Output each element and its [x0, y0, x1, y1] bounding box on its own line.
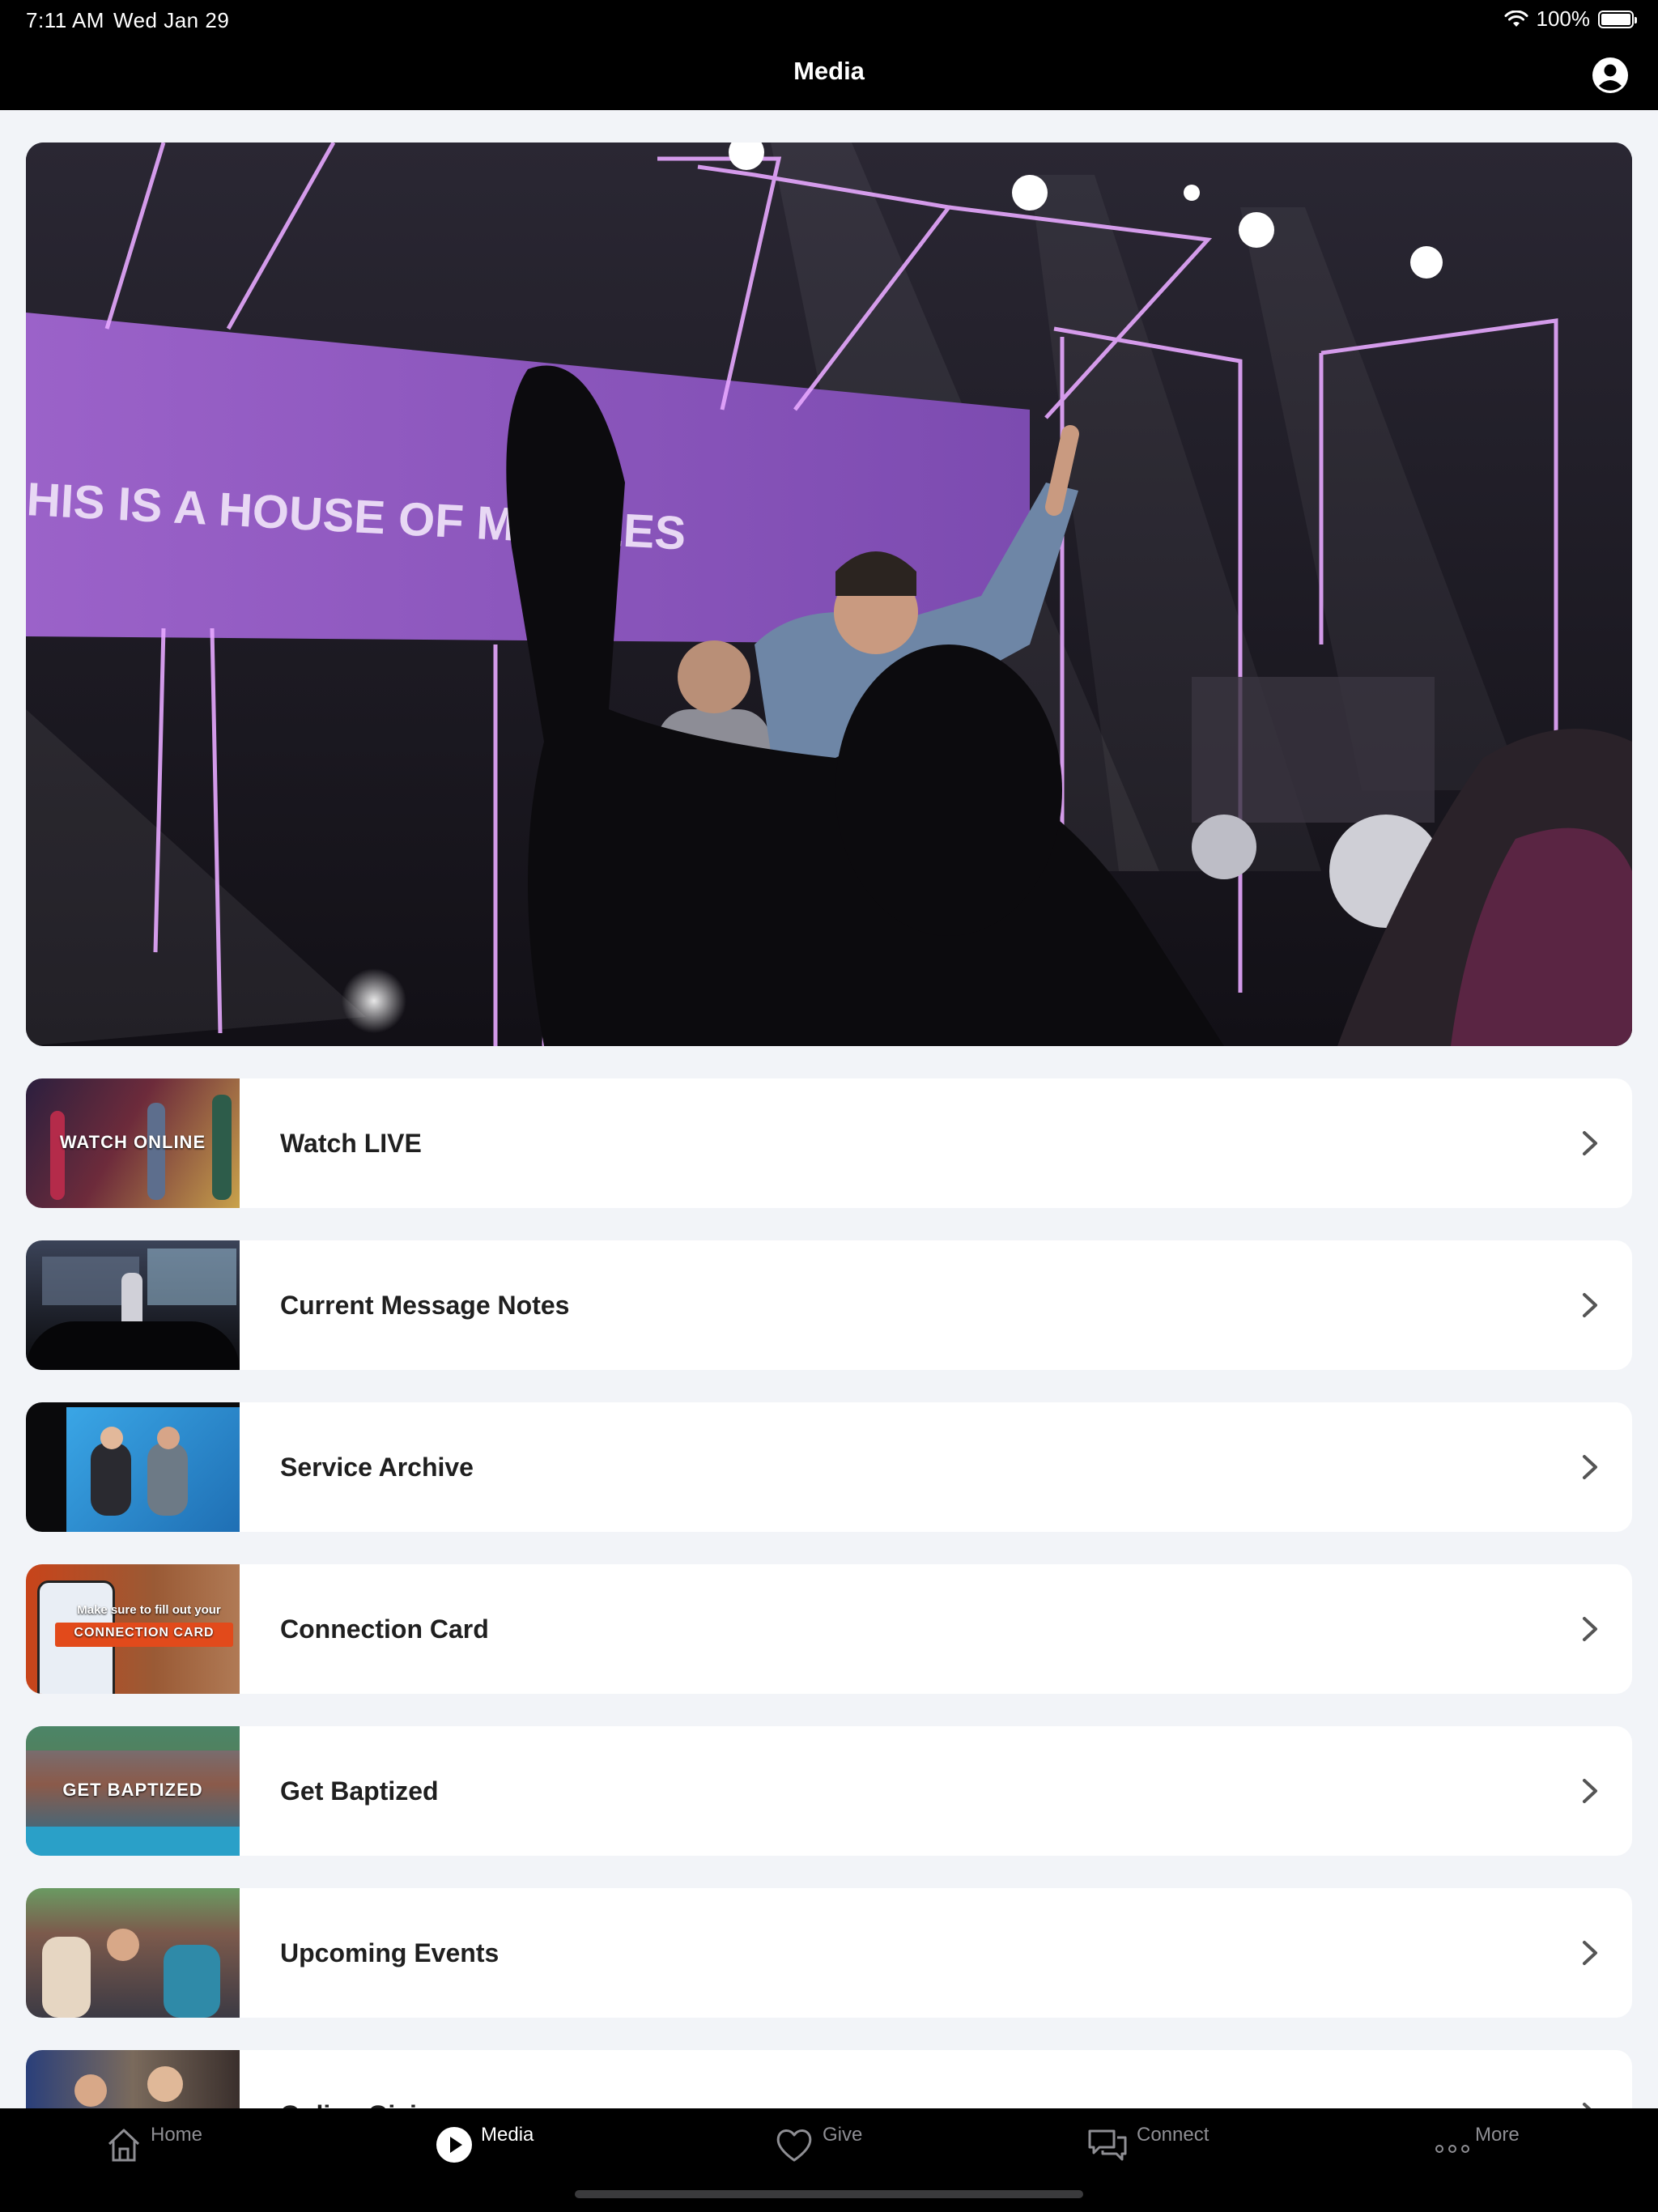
- row-label: Watch LIVE: [280, 1128, 422, 1158]
- tab-more[interactable]: More: [1433, 2124, 1520, 2163]
- tab-label: Connect: [1137, 2124, 1209, 2146]
- row-label: Connection Card: [280, 1614, 489, 1644]
- chevron-right-icon: [1583, 1779, 1597, 1803]
- wifi-icon: [1504, 10, 1528, 27]
- service-archive-thumbnail: [26, 1402, 240, 1532]
- list-item-upcoming-events[interactable]: Upcoming Events: [26, 1888, 1632, 2018]
- top-bar: 7:11 AM Wed Jan 29 100% Media: [0, 0, 1658, 110]
- get-baptized-text: GET BAPTIZED: [62, 1780, 203, 1800]
- watch-live-thumbnail: WATCH ONLINE: [26, 1078, 240, 1208]
- home-icon: [108, 2129, 140, 2162]
- battery-icon: [1598, 10, 1637, 28]
- hero-image[interactable]: HIS IS A HOUSE OF M ACLES: [26, 143, 1632, 1046]
- connection-card-thumbnail: Make sure to fill out your CONNECTION CA…: [26, 1564, 240, 1694]
- tab-label: Media: [481, 2124, 534, 2146]
- tab-media[interactable]: Media: [436, 2124, 534, 2163]
- list-item-service-archive[interactable]: Service Archive: [26, 1402, 1632, 1532]
- tab-give[interactable]: Give: [774, 2124, 863, 2163]
- list-item-get-baptized[interactable]: GET BAPTIZED Get Baptized: [26, 1726, 1632, 1856]
- chat-bubbles-icon: [1088, 2129, 1127, 2161]
- list-item-current-message-notes[interactable]: Current Message Notes: [26, 1240, 1632, 1370]
- chevron-right-icon: [1583, 1455, 1597, 1479]
- upcoming-events-thumbnail: [26, 1888, 240, 2018]
- status-time: 7:11 AM: [26, 8, 104, 32]
- chevron-right-icon: [1583, 1941, 1597, 1965]
- more-dots-icon: [1435, 2145, 1469, 2153]
- row-label: Service Archive: [280, 1452, 474, 1482]
- row-label: Get Baptized: [280, 1776, 439, 1806]
- tab-label: More: [1475, 2124, 1520, 2146]
- connection-card-subtitle: Make sure to fill out your: [77, 1603, 221, 1617]
- get-baptized-thumbnail: GET BAPTIZED: [26, 1726, 240, 1856]
- list-item-watch-live[interactable]: WATCH ONLINE Watch LIVE: [26, 1078, 1632, 1208]
- list-item-connection-card[interactable]: Make sure to fill out your CONNECTION CA…: [26, 1564, 1632, 1694]
- heart-icon: [776, 2129, 812, 2162]
- status-date: Wed Jan 29: [113, 8, 230, 32]
- watch-online-text: WATCH ONLINE: [59, 1132, 206, 1152]
- home-indicator[interactable]: [575, 2190, 1083, 2198]
- status-indicators: 100%: [1504, 6, 1637, 32]
- message-notes-thumbnail: [26, 1240, 240, 1370]
- chevron-right-icon: [1583, 1617, 1597, 1641]
- chevron-right-icon: [1583, 1131, 1597, 1155]
- profile-icon[interactable]: [1592, 57, 1629, 94]
- tab-home[interactable]: Home: [105, 2124, 203, 2163]
- row-label: Upcoming Events: [280, 1938, 500, 1967]
- row-label: Current Message Notes: [280, 1290, 570, 1320]
- play-circle-icon: [436, 2127, 472, 2163]
- tab-connect[interactable]: Connect: [1086, 2124, 1209, 2163]
- tab-label: Home: [151, 2124, 203, 2146]
- chevron-right-icon: [1583, 1293, 1597, 1317]
- connection-card-banner: CONNECTION CARD: [74, 1626, 215, 1640]
- battery-percent: 100%: [1536, 6, 1591, 31]
- page-title: Media: [793, 57, 865, 85]
- tab-label: Give: [823, 2124, 863, 2146]
